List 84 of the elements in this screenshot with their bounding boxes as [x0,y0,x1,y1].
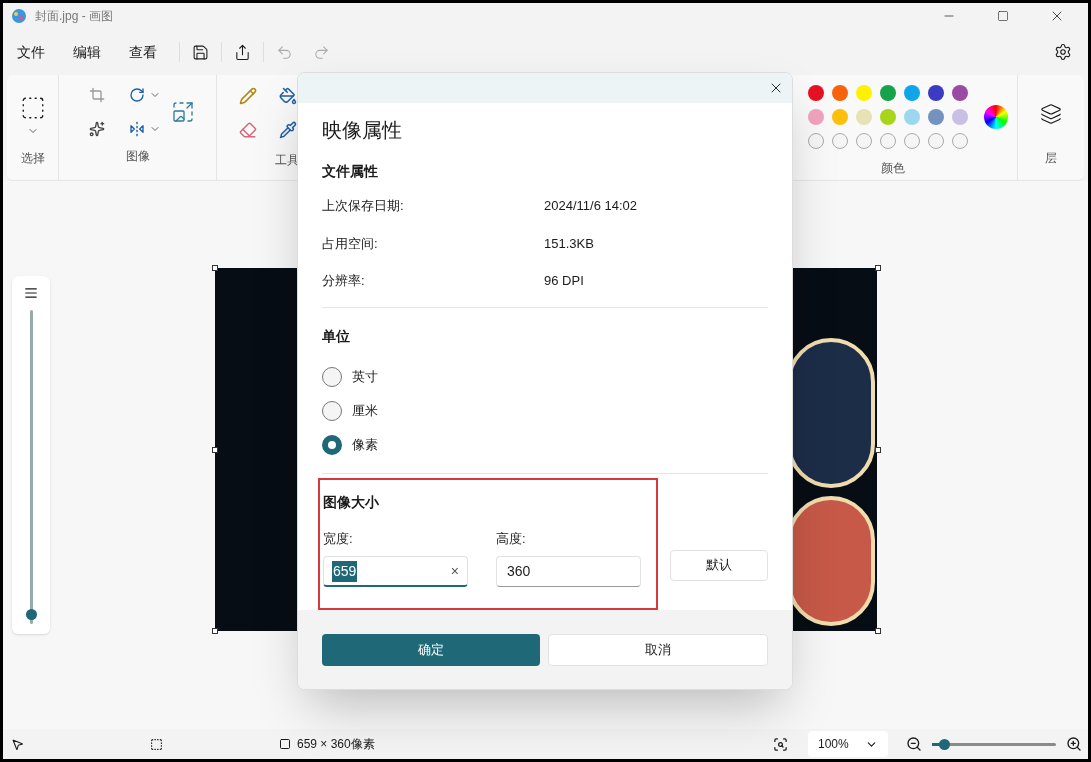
section-heading: 单位 [322,326,351,346]
property-label: 占用空间: [322,234,379,253]
radio-label: 英寸 [352,367,378,386]
color-swatch[interactable] [951,85,968,101]
resize-handle[interactable] [212,447,218,453]
menu-item[interactable]: 文件 [11,41,51,63]
layers-icon[interactable] [1040,103,1062,125]
resize-handle[interactable] [875,628,881,634]
property-label: 上次保存日期: [322,197,405,215]
section-heading: 文件属性 [322,162,379,181]
canvas-size-icon [279,738,291,750]
pointer-icon [11,737,24,751]
default-button[interactable]: 默认 [670,549,768,581]
fit-to-window-icon[interactable] [773,736,788,752]
color-swatch[interactable] [927,109,944,125]
color-swatch[interactable] [951,109,968,125]
app-logo-icon [11,8,27,24]
line-width-icon [24,286,38,300]
field-label: 宽度: [323,529,354,548]
empty-color-slot[interactable] [855,133,872,149]
share-icon[interactable] [234,43,251,61]
settings-icon[interactable] [1054,43,1072,61]
color-swatch[interactable] [879,85,896,101]
color-swatch[interactable] [927,85,944,101]
color-wheel-icon[interactable] [983,105,1008,129]
dialog-title: 映像属性 [322,118,403,143]
group-label: 颜色 [880,160,905,177]
slider-thumb[interactable] [25,608,37,620]
radio-label: 像素 [352,435,378,454]
fill-bucket-icon[interactable] [279,87,297,105]
empty-color-slot[interactable] [831,133,848,149]
color-swatch[interactable] [831,109,848,125]
group-label: 选择 [20,150,45,167]
empty-color-slot[interactable] [903,133,920,149]
zoom-dropdown[interactable]: 100% [808,731,888,757]
canvas-size: 659 × 360像素 [297,736,375,753]
rotate-icon[interactable] [128,87,145,103]
radio-button[interactable] [322,434,342,455]
color-swatch[interactable] [903,109,920,125]
resize-handle[interactable] [875,447,881,453]
width-field[interactable]: 659 × [323,556,468,587]
empty-color-slot[interactable] [927,133,944,149]
color-swatch[interactable] [807,85,824,101]
flip-icon[interactable] [128,121,145,137]
ok-button[interactable]: 确定 [322,633,540,666]
radio-button[interactable] [322,400,342,421]
color-swatch[interactable] [855,109,872,125]
empty-color-slot[interactable] [879,133,896,149]
empty-color-slot[interactable] [807,133,824,149]
group-label: 层 [1045,150,1057,167]
group-label: 工具 [275,152,299,169]
resize-handle[interactable] [212,265,218,271]
resize-handle[interactable] [875,265,881,271]
window-title: 封面.jpg - 画图 [35,8,113,25]
zoom-in-icon[interactable] [1066,736,1082,752]
menu-item[interactable]: 编辑 [67,41,107,63]
color-swatch[interactable] [879,109,896,125]
eraser-icon[interactable] [239,121,257,139]
group-label: 图像 [125,148,150,165]
radio-label: 厘米 [352,401,378,420]
zoom-out-icon[interactable] [906,736,922,752]
selection-size-icon [150,737,163,751]
field-label: 高度: [496,529,527,548]
property-value: 151.3KB [544,234,594,253]
empty-color-slot[interactable] [951,133,968,149]
color-swatch[interactable] [831,85,848,101]
property-value: 96 DPI [544,272,584,290]
resize-handle[interactable] [212,628,218,634]
color-swatch[interactable] [855,85,872,101]
pencil-icon[interactable] [239,87,257,105]
clear-button[interactable]: × [450,560,459,582]
color-swatch[interactable] [903,85,920,101]
color-swatch[interactable] [807,109,824,125]
resize-image-icon[interactable] [170,100,195,124]
color-picker-icon[interactable] [279,121,297,139]
section-heading: 图像大小 [323,492,380,512]
save-icon[interactable] [192,43,209,61]
height-field[interactable]: 360 [496,556,641,587]
property-label: 分辨率: [322,272,366,290]
menu-item[interactable]: 查看 [123,41,163,63]
property-value: 2024/11/6 14:02 [544,197,637,215]
radio-button[interactable] [322,366,342,387]
slider-thumb[interactable] [939,738,951,750]
cancel-button[interactable]: 取消 [548,633,768,666]
